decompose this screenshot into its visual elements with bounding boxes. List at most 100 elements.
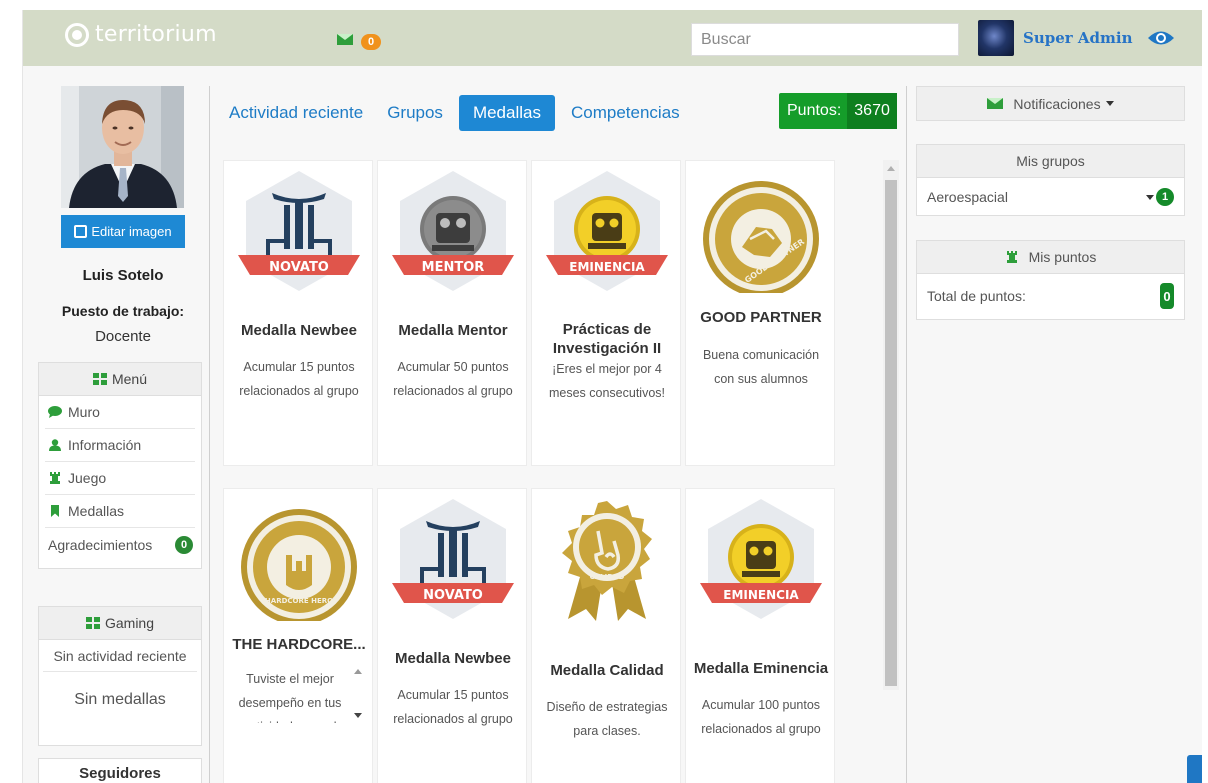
menu-item-label: Información xyxy=(68,437,142,453)
column-divider xyxy=(209,86,210,783)
medal-title: THE HARDCORE... xyxy=(232,636,366,653)
chat-icon xyxy=(48,406,62,418)
profile-photo xyxy=(61,86,184,208)
caret-down-icon[interactable] xyxy=(1146,194,1154,200)
edit-image-button[interactable]: Editar imagen xyxy=(61,215,185,248)
tab-grupos[interactable]: Grupos xyxy=(375,95,455,131)
medal-title: Medalla Eminencia xyxy=(693,660,829,677)
no-activity-text: Sin actividad reciente xyxy=(43,640,197,672)
job-title-value: Docente xyxy=(95,328,151,345)
app-frame: territorium 0 Super Admin xyxy=(22,10,1202,783)
profile-tabs: Actividad reciente Grupos Medallas Compe… xyxy=(221,95,692,131)
total-points-row: Total de puntos: 0 xyxy=(917,274,1184,318)
my-points-header: Mis puntos xyxy=(917,241,1184,274)
gaming-title: Gaming xyxy=(104,615,155,631)
eye-logo-icon[interactable] xyxy=(1147,29,1175,47)
medal-card[interactable]: NOVATO Medalla Newbee Acumular 15 puntos… xyxy=(223,160,373,466)
desc-scroll-down-icon[interactable] xyxy=(354,713,362,718)
medal-title: Prácticas de Investigación II xyxy=(552,321,662,357)
medal-description: ¡Eres el mejor por 4 meses consecutivos! xyxy=(548,362,666,400)
gaming-panel: Gaming Sin actividad reciente Sin medall… xyxy=(38,606,202,746)
chess-rook-icon xyxy=(1006,251,1017,263)
total-points-label: Total de puntos: xyxy=(927,288,1026,304)
message-count-badge[interactable]: 0 xyxy=(361,34,381,50)
search-input[interactable] xyxy=(691,23,959,56)
logo[interactable]: territorium xyxy=(65,22,217,47)
group-name: Aeroespacial xyxy=(927,189,1008,205)
tab-medallas[interactable]: Medallas xyxy=(458,95,555,131)
bookmark-icon xyxy=(51,505,59,517)
tab-competencias[interactable]: Competencias xyxy=(559,95,692,131)
medal-card[interactable]: HARDCORE HERO THE HARDCORE... Tuviste el… xyxy=(223,488,373,783)
notifications-header[interactable]: Notificaciones xyxy=(917,87,1184,120)
grid-icon xyxy=(85,617,100,629)
menu-item-label: Juego xyxy=(68,470,107,486)
user-name: Luis Sotelo xyxy=(82,267,164,284)
medal-description: Acumular 15 puntos relacionados al grupo xyxy=(239,360,359,398)
user-icon xyxy=(49,439,61,451)
followers-header: Seguidores xyxy=(38,758,202,783)
medal-title: Medalla Mentor xyxy=(398,322,508,339)
menu-item-medallas[interactable]: Medallas xyxy=(45,495,195,528)
no-medals-text: Sin medallas xyxy=(74,691,166,708)
group-item-aeroespacial[interactable]: Aeroespacial 1 xyxy=(917,178,1184,216)
medal-ribbon-text: EMINENCIA xyxy=(569,260,645,274)
notifications-dropdown[interactable]: Notificaciones xyxy=(916,86,1185,121)
my-points-panel: Mis puntos Total de puntos: 0 xyxy=(916,240,1185,320)
menu-item-informacion[interactable]: Información xyxy=(45,429,195,462)
scroll-up-arrow-icon[interactable] xyxy=(887,166,895,171)
medal-description: Diseño de estrategias para clases. xyxy=(546,700,668,738)
medal-title: Medalla Calidad xyxy=(550,662,664,679)
medal-description: Acumular 50 puntos relacionados al grupo xyxy=(393,360,513,398)
total-points-value: 0 xyxy=(1160,283,1174,309)
medal-card[interactable]: GOOD PARTNER GOOD PARTNER Buena comunica… xyxy=(685,160,835,466)
medal-description: Acumular 15 puntos relacionados al grupo xyxy=(393,688,513,726)
menu-title: Menú xyxy=(111,371,148,387)
medal-card[interactable]: EMINENCIA Prácticas de Investigación II … xyxy=(531,160,681,466)
medal-description: Buena comunicación con sus alumnos xyxy=(702,348,820,386)
medal-title: Medalla Newbee xyxy=(241,322,357,339)
ok-hand-medal-icon: CALIDAD xyxy=(562,501,652,621)
grid-icon xyxy=(92,373,107,385)
menu-item-label: Agradecimientos xyxy=(48,536,153,553)
side-panel-tab[interactable] xyxy=(1187,755,1202,783)
owl-medal-icon: EMINENCIA xyxy=(700,499,822,619)
handshake-medal-icon: GOOD PARTNER xyxy=(703,181,819,293)
medal-card[interactable]: NOVATO Medalla Newbee Acumular 15 puntos… xyxy=(377,488,527,783)
scrollbar-thumb[interactable] xyxy=(885,180,897,686)
menu-panel: Menú Muro Información Juego Medallas Agr… xyxy=(38,362,202,569)
menu-item-juego[interactable]: Juego xyxy=(45,462,195,495)
medal-ribbon-text: CALIDAD xyxy=(590,573,625,581)
medal-title: Medalla Newbee xyxy=(395,650,511,667)
medal-card[interactable]: MENTOR Medalla Mentor Acumular 50 puntos… xyxy=(377,160,527,466)
medals-grid: NOVATO Medalla Newbee Acumular 15 puntos… xyxy=(219,160,879,783)
menu-item-muro[interactable]: Muro xyxy=(45,396,195,429)
logo-text: territorium xyxy=(95,22,217,47)
job-title-label: Puesto de trabajo: xyxy=(61,303,185,319)
desc-scroll-up-icon[interactable] xyxy=(354,669,362,674)
tab-actividad-reciente[interactable]: Actividad reciente xyxy=(221,95,375,131)
medal-card[interactable]: EMINENCIA Medalla Eminencia Acumular 100… xyxy=(685,488,835,783)
menu-item-label: Medallas xyxy=(68,503,125,519)
admin-avatar[interactable] xyxy=(978,20,1014,56)
owl-medal-icon: EMINENCIA xyxy=(546,171,668,291)
top-header: territorium 0 Super Admin xyxy=(23,10,1202,66)
menu-item-agradecimientos[interactable]: Agradecimientos 0 xyxy=(45,528,195,561)
medal-description: Acumular 100 puntos relacionados al grup… xyxy=(701,698,821,736)
bicycle-medal-icon: NOVATO xyxy=(392,499,514,619)
caret-down-icon xyxy=(1105,101,1114,106)
points-badge: Puntos: 3670 xyxy=(779,93,897,129)
medal-ribbon-text: MENTOR xyxy=(422,260,485,275)
logo-mark-icon xyxy=(65,22,89,47)
medals-scrollbar[interactable] xyxy=(883,160,899,690)
envelope-icon[interactable] xyxy=(337,34,353,45)
edit-icon xyxy=(74,225,88,238)
medal-card[interactable]: CALIDAD Medalla Calidad Diseño de estrat… xyxy=(531,488,681,783)
bicycle-medal-icon: NOVATO xyxy=(238,171,360,291)
medal-title: GOOD PARTNER xyxy=(700,309,822,326)
admin-name-link[interactable]: Super Admin xyxy=(1023,29,1133,47)
points-label: Puntos: xyxy=(787,102,842,119)
notifications-label: Notificaciones xyxy=(1013,95,1101,112)
my-groups-header: Mis grupos xyxy=(917,145,1184,178)
my-points-title: Mis puntos xyxy=(1028,249,1097,265)
